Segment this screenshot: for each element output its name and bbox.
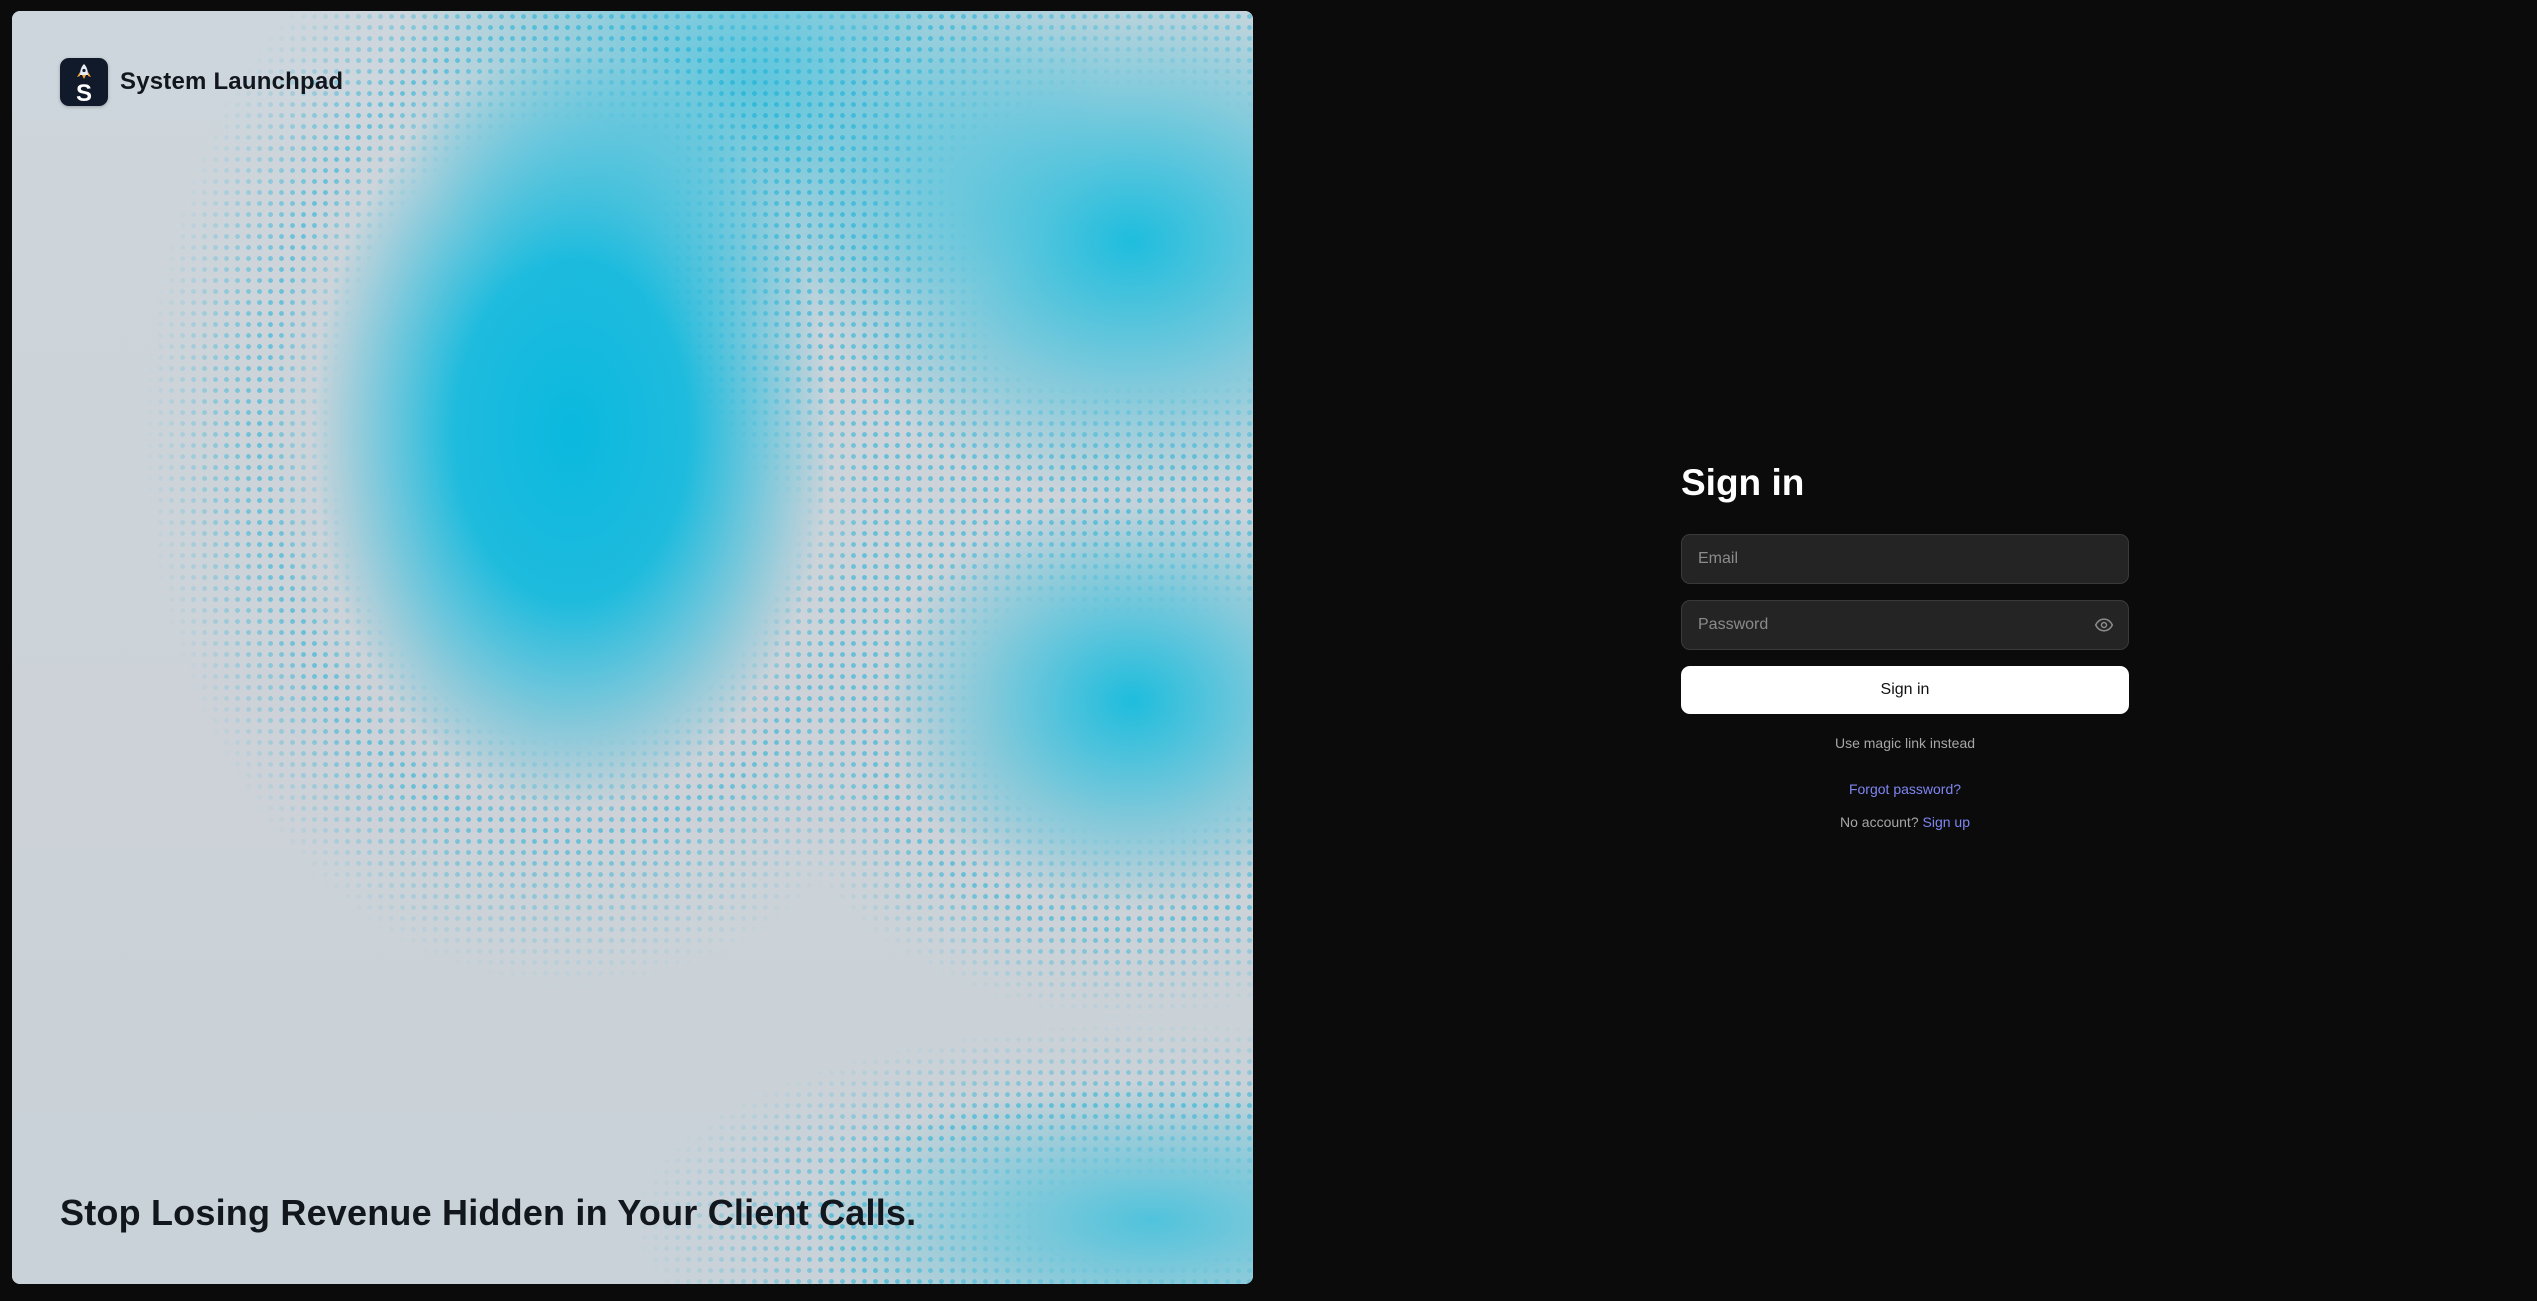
password-field-wrapper bbox=[1681, 600, 2129, 650]
sign-up-link[interactable]: Sign up bbox=[1923, 814, 1970, 830]
sign-in-button[interactable]: Sign in bbox=[1681, 666, 2129, 714]
email-field[interactable] bbox=[1681, 534, 2129, 584]
hero-halftone-pattern bbox=[12, 11, 1253, 1284]
sign-in-form: Sign in Sign in Use magic link instead F… bbox=[1681, 458, 2129, 831]
hero-panel: S System Launchpad Stop Losing Revenue H… bbox=[12, 11, 1253, 1284]
no-account-text: No account? bbox=[1840, 814, 1919, 830]
email-field-wrapper bbox=[1681, 534, 2129, 584]
page-title: Sign in bbox=[1681, 462, 1805, 503]
eye-icon[interactable] bbox=[2093, 614, 2115, 636]
forgot-password-link[interactable]: Forgot password? bbox=[1681, 780, 2129, 798]
hero-tagline: Stop Losing Revenue Hidden in Your Clien… bbox=[60, 1192, 917, 1233]
svg-text:S: S bbox=[76, 80, 92, 106]
brand[interactable]: S System Launchpad bbox=[60, 58, 343, 106]
signup-prompt: No account? Sign up bbox=[1681, 813, 2129, 831]
sign-in-page: S System Launchpad Stop Losing Revenue H… bbox=[0, 0, 2537, 1301]
rocket-s-logo-icon: S bbox=[60, 58, 108, 106]
brand-name: System Launchpad bbox=[120, 68, 344, 95]
password-field[interactable] bbox=[1681, 600, 2129, 650]
magic-link-button[interactable]: Use magic link instead bbox=[1681, 734, 2129, 752]
